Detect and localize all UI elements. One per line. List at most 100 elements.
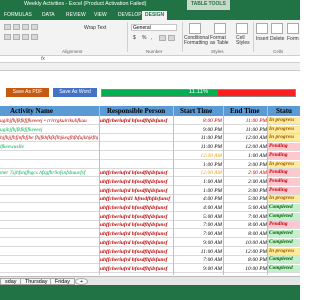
cell-start-time[interactable]: 7:00 AM [175,257,222,263]
cell-start-time[interactable]: 5:00 AM [175,214,222,220]
percent-button[interactable]: % [142,35,146,41]
align-left-icon[interactable] [4,34,11,40]
cell-start-time[interactable]: 11:00 PM [175,135,222,141]
table-row[interactable]: 1:00 PM 3:00 PM In progress [0,160,300,169]
format-button[interactable]: Form [287,36,299,42]
cell-end-time[interactable]: 8:00 AM [224,231,267,237]
cell-start-time[interactable]: 9:00 AM [175,240,222,246]
cell-status[interactable]: Completed [268,212,300,220]
cell-status[interactable]: Completed [268,264,300,272]
cell-responsible-person[interactable]: uhffcheriufrd hfnsdfhfdsfunsf [100,257,172,263]
cell-status[interactable]: Pending [268,143,300,151]
cell-start-time[interactable]: 1:00 PM [175,188,222,194]
cell-end-time[interactable]: 11:00 PM [224,118,267,124]
cell-end-time[interactable]: 12:00 AM [224,135,267,141]
cell-status[interactable]: In progress [268,160,300,168]
cell-status[interactable]: Pending [268,177,300,185]
table-row[interactable]: uhffcheriufrd hfnsdfhfdsfunsf 5:00 AM 7:00… [0,212,300,221]
sheet-tab-friday[interactable]: Friday [50,278,75,285]
save-as-word-button[interactable]: Save As Word [53,88,97,97]
cell-end-time[interactable]: 1:00 AM [224,153,267,159]
cell-end-time[interactable]: 5:00 PM [224,196,267,202]
align-bottom-icon[interactable] [22,24,29,30]
cell-end-time[interactable]: 3:00 PM [224,162,267,168]
cell-responsible-person[interactable]: uhffcheriufrd hfnsdfhfdsfunsf [100,231,172,237]
cell-styles-icon[interactable] [236,23,248,34]
comma-button[interactable]: , [151,35,152,41]
cell-activity-name[interactable]: lfkeewaslle [0,144,98,150]
align-center-icon[interactable] [13,34,20,40]
cell-status[interactable]: Pending [268,186,300,194]
cell-responsible-person[interactable]: uhffcheriufrd hfnsdfhfdsfunsf [100,170,172,176]
cell-start-time[interactable]: 7:00 AM [175,231,222,237]
orientation-icon[interactable] [31,24,38,30]
cell-start-time[interactable]: 11:00 PM [175,144,222,150]
cell-end-time[interactable]: 3:00 PM [224,188,267,194]
decrease-decimal-icon[interactable] [168,35,175,41]
cell-responsible-person[interactable]: uhffcheriufrd hfnsdfhfdsfunsf [100,118,172,124]
wrap-text-button[interactable]: Wrap Text [84,25,106,31]
cell-end-time[interactable]: 12:00 AM [224,144,267,150]
cell-end-time[interactable]: 11:00 PM [224,127,267,133]
cell-start-time[interactable]: 8:00 PM [175,118,222,124]
cell-status[interactable]: Pending [268,169,300,177]
cell-end-time[interactable]: 10:00 AM [224,240,267,246]
cell-responsible-person[interactable]: uhffcheriufrd1 hfnsdfhfdsfunsf [100,196,172,202]
sheet-tab-thursday[interactable]: Thursday [20,278,53,285]
cell-end-time[interactable]: 8:00 PM [224,257,267,263]
cell-end-time[interactable]: 2:00 AM [224,170,267,176]
table-row[interactable]: uhffcheriufrd hfnsdfhfdsfunsf 7:00 AM 8:00… [0,230,300,239]
cell-responsible-person[interactable]: uhffcheriufrd hfnsdfhfdsfunsf [100,249,172,255]
cell-start-time[interactable]: 1:00 PM [175,162,222,168]
cell-start-time[interactable]: 7:00 AM [175,222,222,228]
cell-activity-name[interactable]: ugihjfhjfkfkfjfkeeeej • rrirrgkuirikuhfk… [0,118,98,124]
cell-status[interactable]: In progress [268,247,300,255]
increase-decimal-icon[interactable] [159,35,166,41]
cell-responsible-person[interactable]: uhffcheriufrd hfnsdfhfdsfunsf [100,179,172,185]
header-status[interactable]: Statu [276,107,292,115]
tab-view[interactable]: VIEW [94,12,107,18]
cell-start-time[interactable]: 1:00 AM [175,179,222,185]
cell-styles-button[interactable]: Cell Styles [236,36,250,46]
cell-activity-name[interactable]: ugihjfhjfkfkfjfkeeeej [0,127,98,133]
insert-icon[interactable] [256,23,268,34]
worksheet[interactable]: Save As PDF Save As Word 11.11% Activity… [0,71,300,275]
cell-status[interactable]: In progress [268,134,300,142]
cell-responsible-person[interactable]: uhffcheriufrd hfnsdfhfdsfunsf [100,205,172,211]
table-row[interactable]: mer 7sjhfsnjfhgcs hfzgfhr9ofsnfshuuvfsf u… [0,169,300,178]
number-format-select[interactable]: General [131,24,177,31]
align-right-icon[interactable] [22,34,29,40]
header-start-time[interactable]: Start Time [180,107,212,115]
save-as-pdf-button[interactable]: Save As PDF [6,88,49,97]
cell-status[interactable]: Completed [268,230,300,238]
cell-responsible-person[interactable]: uhffcheriufrd hfnsdfhfdsfunsf [100,188,172,194]
format-icon[interactable] [287,23,299,34]
table-row[interactable]: lfkeewaslle 11:00 PM 12:00 AM Pending [0,143,300,152]
conditional-formatting-icon[interactable] [189,23,201,34]
table-row[interactable]: uhffcheriufrd hfnsdfhfdsfunsf 9:00 AM 10:0… [0,264,300,273]
cell-start-time[interactable]: 9:00 AM [175,266,222,272]
cell-end-time[interactable]: 5:00 AM [224,205,267,211]
cell-end-time[interactable]: 12:00 PM [224,249,267,255]
cell-status[interactable]: Completed [268,204,300,211]
tab-design[interactable]: DESIGN [142,11,168,20]
table-row[interactable]: ugihjfhjfkfkfjfkeeeej 9:00 PM 11:00 PM In p… [0,125,300,134]
table-row[interactable]: uhffcheriufrd hfnsdfhfdsfunsf 4:00 AM 5:00… [0,204,300,212]
indent-icon[interactable] [31,34,38,40]
sheet-tab-sday[interactable]: sday [0,278,22,285]
cell-status[interactable]: Pending [268,151,300,159]
header-end-time[interactable]: End Time [230,107,260,115]
cell-responsible-person[interactable]: uhffcheriufrd hfnsdfhfdsfunsf [100,214,172,220]
cell-start-time[interactable]: 4:00 AM [175,205,222,211]
format-as-table-icon[interactable] [214,23,226,34]
cell-end-time[interactable]: 8:00 AM [224,222,267,228]
tab-data[interactable]: DATA [42,12,55,18]
cell-activity-name[interactable]: mer 7sjhfsnjfhgcs hfzgfhr9ofsnfshuuvfsf [0,170,98,176]
table-row[interactable]: uhffcheriufrd1 hfnsdfhfdsfunsf 4:00 PM 5:0… [0,195,300,204]
currency-button[interactable]: $ [133,35,136,41]
cell-responsible-person[interactable]: uhffcheriufrd hfnsdfhfdsfunsf [100,240,172,246]
cell-status[interactable]: In progress [268,125,300,133]
cell-start-time[interactable]: 4:00 PM [175,196,222,202]
cell-end-time[interactable]: 7:00 AM [224,214,267,220]
table-row[interactable]: uhffcheriufrd hfnsdfhfdsfunsf 1:00 PM 3:00… [0,186,300,195]
